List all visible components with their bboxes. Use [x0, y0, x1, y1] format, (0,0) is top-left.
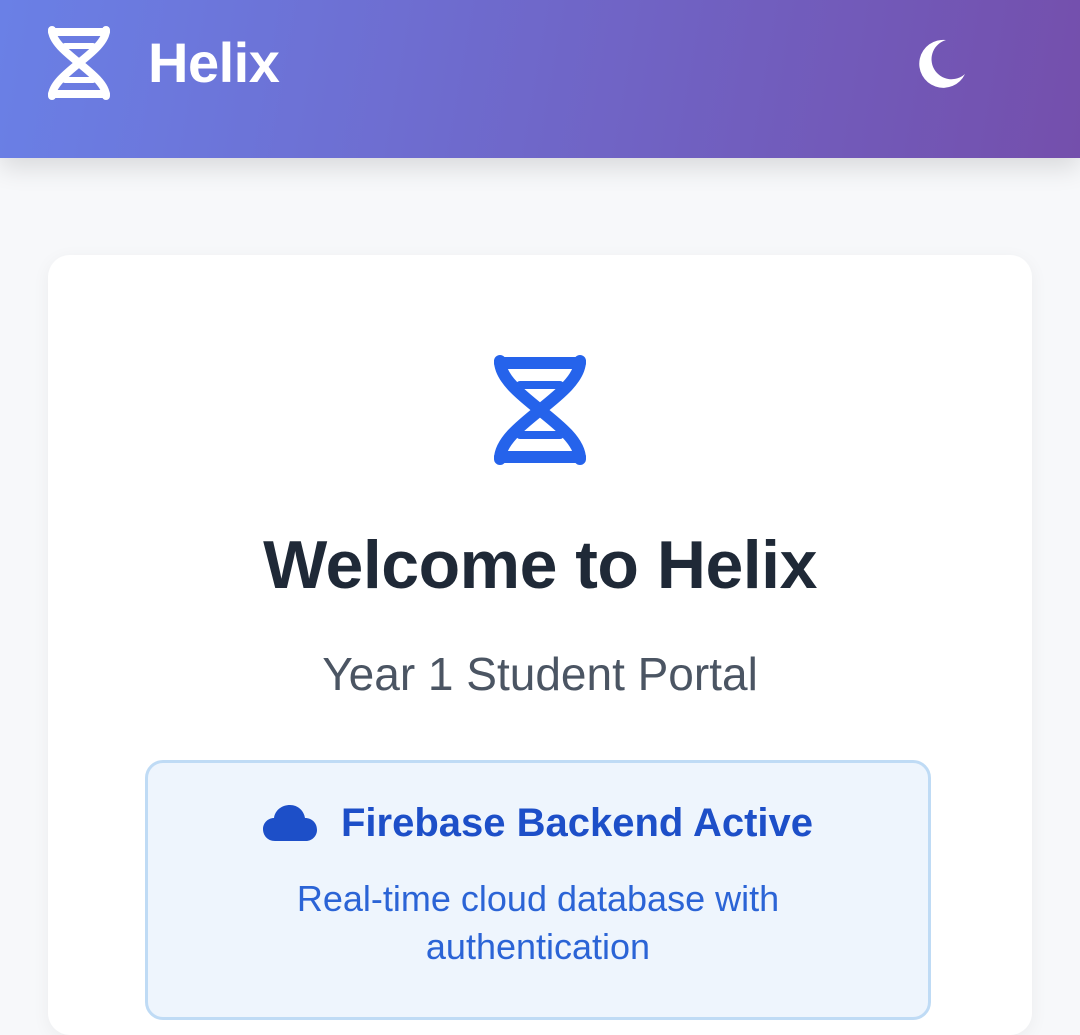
cloud-icon — [262, 805, 317, 841]
status-description: Real-time cloud database with authentica… — [296, 878, 780, 967]
brand[interactable]: Helix — [46, 26, 280, 100]
theme-toggle-button[interactable] — [918, 38, 966, 90]
welcome-card: Welcome to Helix Year 1 Student Portal F… — [48, 255, 1032, 1035]
app-header: Helix — [0, 0, 1080, 158]
dna-helix-icon — [494, 355, 586, 465]
moon-icon — [919, 39, 965, 88]
page-subtitle: Year 1 Student Portal — [322, 648, 758, 700]
page-title: Welcome to Helix — [263, 527, 817, 603]
status-title: Firebase Backend Active — [340, 801, 814, 845]
backend-status-panel: Firebase Backend Active Real-time cloud … — [145, 760, 931, 1020]
dna-helix-icon — [48, 26, 110, 100]
status-header: Firebase Backend Active — [148, 803, 928, 843]
app-name: Helix — [148, 31, 280, 94]
